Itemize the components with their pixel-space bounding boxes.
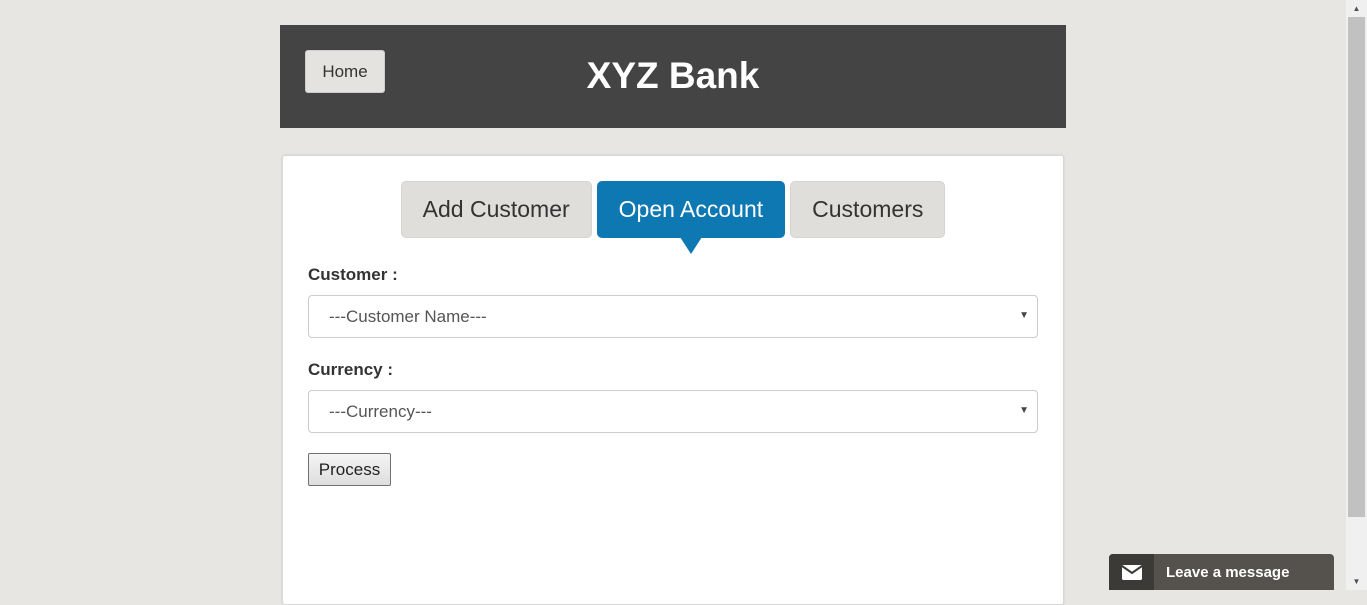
main-panel: Add Customer Open Account Customers Cust… — [282, 155, 1064, 605]
envelope-icon — [1109, 554, 1154, 590]
process-button[interactable]: Process — [308, 453, 391, 486]
dropdown-caret-icon: ▼ — [1019, 310, 1029, 321]
scroll-up-icon[interactable]: ▲ — [1346, 0, 1367, 17]
open-account-form: Customer : ---Customer Name--- ▼ Currenc… — [308, 264, 1038, 486]
scroll-down-icon[interactable]: ▼ — [1346, 573, 1367, 590]
currency-select-value: ---Currency--- — [329, 401, 432, 421]
bank-header: Home XYZ Bank — [280, 25, 1066, 128]
customer-select[interactable]: ---Customer Name--- ▼ — [308, 295, 1038, 338]
dropdown-caret-icon: ▼ — [1019, 405, 1029, 416]
tab-open-account[interactable]: Open Account — [596, 181, 786, 254]
currency-label: Currency : — [308, 360, 394, 379]
page-scrollbar[interactable]: ▲ ▼ — [1346, 0, 1367, 590]
leave-message-widget[interactable]: Leave a message — [1109, 554, 1334, 590]
customer-select-value: ---Customer Name--- — [329, 306, 487, 326]
currency-select[interactable]: ---Currency--- ▼ — [308, 390, 1038, 433]
tab-add-customer[interactable]: Add Customer — [400, 181, 592, 238]
tab-bar: Add Customer Open Account Customers — [283, 181, 1063, 254]
tab-customers[interactable]: Customers — [790, 181, 946, 238]
page-title: XYZ Bank — [586, 55, 760, 96]
customer-label: Customer : — [308, 265, 398, 284]
leave-message-label: Leave a message — [1166, 563, 1290, 581]
scroll-thumb[interactable] — [1348, 17, 1365, 517]
